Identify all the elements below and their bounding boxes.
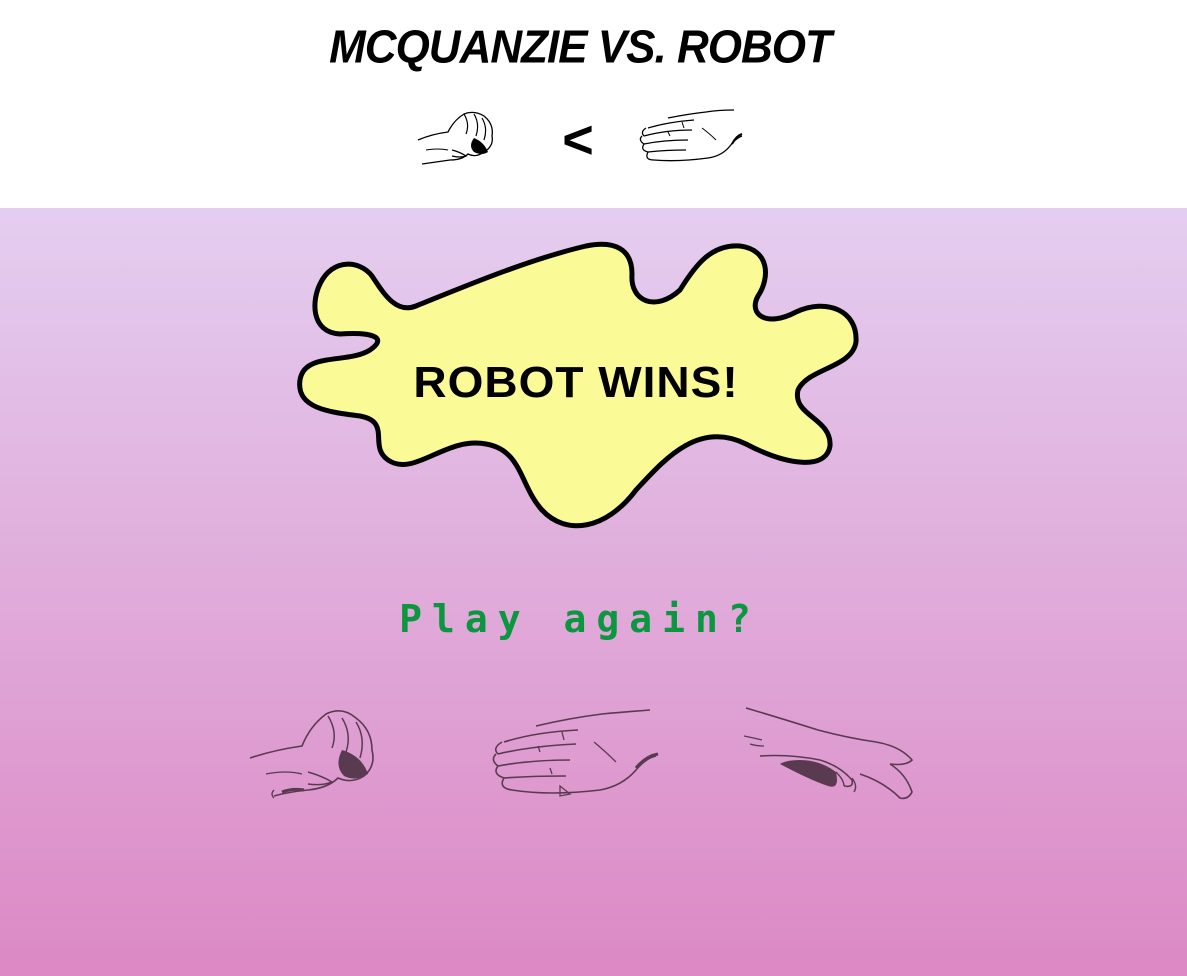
- header: MCQUANZIE VS. ROBOT <: [0, 0, 1187, 208]
- comparison-operator: <: [562, 110, 594, 170]
- result-message: ROBOT WINS!: [413, 357, 739, 407]
- rock-hand-icon: [249, 710, 374, 799]
- paper-hand-icon: [492, 709, 659, 797]
- rock-choice-button[interactable]: [246, 704, 380, 800]
- player-choice-rock-icon: [414, 106, 498, 166]
- page-title: MCQUANZIE VS. ROBOT: [329, 21, 832, 74]
- robot-choice-paper-icon: [638, 106, 746, 166]
- scissors-hand-icon: [743, 707, 914, 800]
- paper-choice-button[interactable]: [490, 706, 666, 800]
- scissors-choice-button[interactable]: [740, 702, 918, 806]
- play-again-button[interactable]: Play again?: [370, 596, 790, 642]
